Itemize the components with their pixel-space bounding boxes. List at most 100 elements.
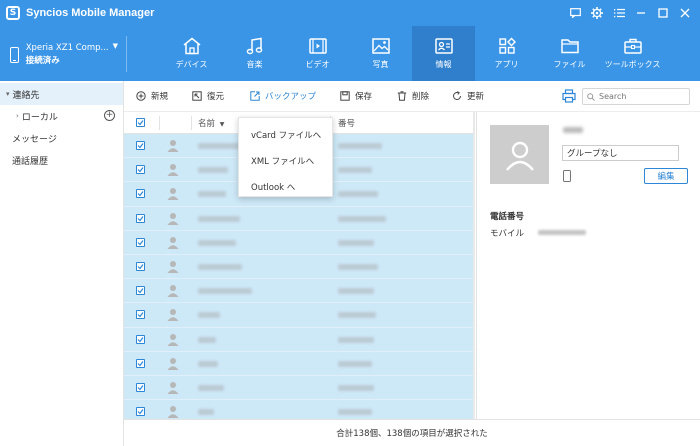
contact-detail: グループなし 編集 電話番号 モバイル xyxy=(476,112,700,419)
person-icon xyxy=(167,406,179,419)
group-field[interactable]: グループなし xyxy=(562,145,679,161)
restore-label: 復元 xyxy=(207,92,225,102)
window-controls xyxy=(566,4,694,22)
table-row[interactable] xyxy=(124,207,473,231)
minimize-icon[interactable] xyxy=(632,4,650,22)
row-checkbox[interactable] xyxy=(136,189,145,199)
maximize-icon[interactable] xyxy=(654,4,672,22)
title-bar: S Syncios Mobile Manager xyxy=(0,0,700,26)
table-row[interactable] xyxy=(124,303,473,328)
sidebar-item-messages[interactable]: メッセージ xyxy=(0,127,123,149)
person-icon xyxy=(167,285,179,298)
gear-icon[interactable] xyxy=(588,4,606,22)
list-scrollbar[interactable] xyxy=(473,112,475,419)
new-label: 新規 xyxy=(151,92,169,102)
search-icon xyxy=(587,92,595,101)
photo-icon xyxy=(371,38,390,54)
delete-button[interactable]: 削除 xyxy=(397,90,429,102)
tab-files[interactable]: ファイル xyxy=(538,26,601,81)
menu-item-outlook[interactable]: Outlook へ xyxy=(239,175,332,198)
search-input[interactable] xyxy=(599,92,685,101)
table-row[interactable] xyxy=(124,400,473,419)
contact-name-blurred xyxy=(198,167,228,174)
tab-device[interactable]: デバイス xyxy=(160,26,223,81)
device-status: 接続済み xyxy=(25,56,60,66)
refresh-label: 更新 xyxy=(467,92,485,102)
close-icon[interactable] xyxy=(676,4,694,22)
select-all-checkbox[interactable] xyxy=(136,118,145,127)
new-button[interactable]: 新規 xyxy=(136,90,168,102)
tab-label: 音楽 xyxy=(246,60,263,69)
contact-card-icon xyxy=(434,38,453,54)
contact-number-blurred xyxy=(338,167,372,174)
row-checkbox[interactable] xyxy=(136,237,145,247)
table-row[interactable] xyxy=(124,255,473,280)
tab-music[interactable]: 音楽 xyxy=(223,26,286,81)
row-checkbox[interactable] xyxy=(136,286,145,296)
contact-number-blurred xyxy=(338,336,374,343)
row-checkbox[interactable] xyxy=(136,310,145,320)
device-selector[interactable]: Xperia XZ1 Comp... 接続済み ▼ xyxy=(10,40,118,70)
table-row[interactable] xyxy=(124,328,473,352)
person-icon xyxy=(167,357,179,370)
contact-name-blurred xyxy=(198,263,242,270)
phone-icon xyxy=(10,47,19,63)
save-icon xyxy=(340,91,350,101)
backup-label: バックアップ xyxy=(265,92,317,102)
delete-label: 削除 xyxy=(412,92,430,102)
restore-button[interactable]: 復元 xyxy=(192,90,224,102)
toolbox-icon xyxy=(623,38,642,54)
add-icon[interactable]: + xyxy=(104,110,115,121)
menu-item-xml[interactable]: XML ファイルへ xyxy=(239,149,332,172)
chevron-down-icon: ▾ xyxy=(6,90,10,98)
contact-number-blurred xyxy=(338,263,378,270)
contact-number-blurred xyxy=(338,288,374,295)
plus-circle-icon xyxy=(136,91,146,101)
backup-button[interactable]: バックアップ xyxy=(250,90,316,102)
row-checkbox[interactable] xyxy=(136,358,145,368)
tab-toolbox[interactable]: ツールボックス xyxy=(601,26,664,81)
sidebar-item-local[interactable]: › ローカル + xyxy=(0,105,123,127)
edit-button[interactable]: 編集 xyxy=(644,168,688,184)
column-name[interactable]: 名前 ▼ xyxy=(198,117,224,129)
person-icon xyxy=(167,212,179,225)
tab-photo[interactable]: 写真 xyxy=(349,26,412,81)
row-checkbox[interactable] xyxy=(136,261,145,271)
table-row[interactable] xyxy=(124,376,473,401)
row-checkbox[interactable] xyxy=(136,165,145,175)
row-checkbox[interactable] xyxy=(136,141,145,150)
tab-info[interactable]: 情報 xyxy=(412,26,475,81)
status-bar: 合計138個、138個の項目が選択された xyxy=(124,419,700,446)
tab-video[interactable]: ビデオ xyxy=(286,26,349,81)
sidebar-item-contacts[interactable]: ▾ 連絡先 xyxy=(0,83,123,105)
column-number[interactable]: 番号 xyxy=(338,117,355,129)
mobile-value-blurred xyxy=(538,230,586,235)
row-checkbox[interactable] xyxy=(136,213,145,223)
contact-name-blurred xyxy=(198,384,224,391)
person-icon xyxy=(505,141,534,171)
table-row[interactable] xyxy=(124,352,473,376)
sidebar-item-call-history[interactable]: 通話履歴 xyxy=(0,149,123,171)
row-checkbox[interactable] xyxy=(136,407,145,417)
backup-icon xyxy=(250,91,260,101)
row-checkbox[interactable] xyxy=(136,382,145,392)
folder-icon xyxy=(560,39,579,54)
chevron-right-icon: › xyxy=(16,112,19,120)
table-row[interactable] xyxy=(124,279,473,304)
contact-number-blurred xyxy=(338,239,374,246)
refresh-button[interactable]: 更新 xyxy=(452,90,484,102)
person-icon xyxy=(167,260,179,273)
save-button[interactable]: 保存 xyxy=(340,90,372,102)
tab-apps[interactable]: アプリ xyxy=(475,26,538,81)
table-row[interactable] xyxy=(124,231,473,255)
contact-number-blurred xyxy=(338,360,372,367)
search-box[interactable] xyxy=(582,88,690,105)
status-text: 合計138個、138個の項目が選択された xyxy=(336,429,488,439)
sidebar-item-label: ローカル xyxy=(21,112,58,123)
menu-item-vcard[interactable]: vCard ファイルへ xyxy=(239,123,332,146)
device-name: Xperia XZ1 Comp... xyxy=(25,43,109,53)
menu-icon[interactable] xyxy=(610,4,628,22)
row-checkbox[interactable] xyxy=(136,334,145,344)
message-icon[interactable] xyxy=(566,4,584,22)
print-icon[interactable] xyxy=(562,89,576,103)
